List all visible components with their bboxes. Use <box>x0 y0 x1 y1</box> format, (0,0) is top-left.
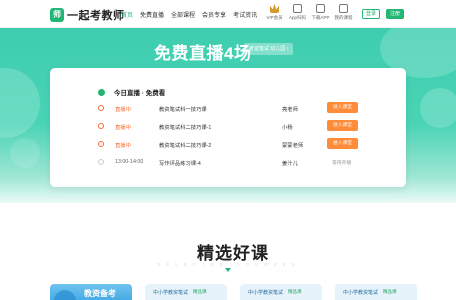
app-icon <box>293 4 302 13</box>
nav-home[interactable]: 首页 <box>121 10 133 19</box>
course-icon <box>339 4 348 13</box>
decor-shape <box>10 138 40 168</box>
course-card[interactable]: 中小学教资笔试 精品课 <box>335 284 417 300</box>
live-status: 直播中 <box>115 107 131 113</box>
today-live-card: 今日直播 · 免费看 直播中 教资笔试科一技巧课 亮老师 进入课堂 直播中 教资… <box>50 68 406 187</box>
live-row: 13:00-14:00 写作评品练习课-4 姜汁儿 等待开播 <box>98 156 398 168</box>
course-title[interactable]: 教资笔试科二技巧课-2 <box>159 141 211 149</box>
course-title[interactable]: 教资笔试科二技巧课-1 <box>159 123 211 131</box>
site-logo[interactable]: 师 一起考教师 <box>50 7 125 23</box>
logo-text: 一起考教师 <box>67 10 125 22</box>
my-courses-link[interactable]: 我的课程 <box>332 4 355 21</box>
category-tag-button[interactable]: 考证笔试 幼儿园 › <box>244 43 294 55</box>
login-button[interactable]: 登录 <box>362 9 380 19</box>
globe-illustration <box>54 290 76 300</box>
teacher-name: 姜汁儿 <box>282 161 298 167</box>
logo-mark: 师 <box>50 8 64 22</box>
upcoming-dot-icon <box>98 158 104 165</box>
register-button[interactable]: 注册 <box>386 9 404 19</box>
course-card-tag: 精品课 <box>383 289 397 294</box>
waiting-status: 等待开播 <box>332 161 352 166</box>
course-card-tag: 精品课 <box>193 289 207 294</box>
teacher-name: 亮老师 <box>282 107 298 113</box>
nav-exam-news[interactable]: 考试资讯 <box>233 10 257 19</box>
teacher-name: 蒙蒙老师 <box>282 143 304 149</box>
live-row: 直播中 教资笔试科二技巧课-2 蒙蒙老师 进入课堂 <box>98 138 398 150</box>
download-app-link[interactable]: 下载APP <box>309 4 332 21</box>
live-row: 直播中 教资笔试科一技巧课 亮老师 进入课堂 <box>98 102 398 114</box>
download-icon <box>316 4 325 13</box>
enter-classroom-button[interactable]: 进入课堂 <box>327 120 358 131</box>
live-dot-icon <box>98 122 104 129</box>
main-nav: 首页 免费直播 全部课程 会员专享 考试资讯 <box>121 10 264 19</box>
course-card-caption: 中小学教资笔试 <box>153 290 189 296</box>
course-card-caption: 教资备考 <box>84 289 116 298</box>
live-dot-icon <box>98 104 104 111</box>
decor-shape <box>0 68 40 138</box>
course-card-list: 教资备考 中小学教资笔试 精品课 中小学教资笔试 精品课 中小学教资笔试 精品课 <box>50 284 417 300</box>
live-card-title: 今日直播 · 免费看 <box>114 90 166 97</box>
course-card-tag: 精品课 <box>288 289 302 294</box>
nav-free-live[interactable]: 免费直播 <box>140 10 164 19</box>
decor-shape <box>420 88 456 128</box>
vip-link[interactable]: VIP会员 <box>263 4 286 21</box>
course-card[interactable]: 教资备考 <box>50 284 132 300</box>
app-scan-link[interactable]: App扫码 <box>286 4 309 21</box>
crown-icon <box>270 4 279 13</box>
course-card[interactable]: 中小学教资笔试 精品课 <box>240 284 322 300</box>
nav-all-courses[interactable]: 全部课程 <box>171 10 195 19</box>
enter-classroom-button[interactable]: 进入课堂 <box>327 102 358 113</box>
download-app-label: 下载APP <box>311 15 330 20</box>
vip-label: VIP会员 <box>266 15 283 20</box>
nav-vip-exclusive[interactable]: 会员专享 <box>202 10 226 19</box>
live-status: 直播中 <box>115 125 131 131</box>
banner-title: 免费直播4场 <box>154 44 252 63</box>
course-title[interactable]: 写作评品练习课-4 <box>159 159 201 167</box>
header-tools: VIP会员 App扫码 下载APP 我的课程 <box>263 4 355 21</box>
enter-classroom-button[interactable]: 进入课堂 <box>327 138 358 149</box>
live-icon <box>98 88 105 96</box>
top-header: 师 一起考教师 首页 免费直播 全部课程 会员专享 考试资讯 VIP会员 App… <box>0 0 456 28</box>
course-card-caption: 中小学教资笔试 <box>343 290 379 296</box>
live-status: 直播中 <box>115 143 131 149</box>
course-card-caption: 中小学教资笔试 <box>248 290 284 296</box>
down-arrow-icon <box>225 268 231 272</box>
featured-subtitle: SELECTED COURSES <box>157 262 301 267</box>
live-card-header: 今日直播 · 免费看 <box>98 87 165 97</box>
course-card[interactable]: 中小学教资笔试 精品课 <box>145 284 227 300</box>
my-courses-label: 我的课程 <box>334 15 353 20</box>
teacher-name: 小杨 <box>282 125 293 131</box>
live-row: 直播中 教资笔试科二技巧课-1 小杨 进入课堂 <box>98 120 398 132</box>
schedule-time: 13:00-14:00 <box>115 159 144 165</box>
course-title[interactable]: 教资笔试科一技巧课 <box>159 105 207 113</box>
featured-title: 精选好课 <box>197 244 269 263</box>
app-scan-label: App扫码 <box>288 15 306 20</box>
live-dot-icon <box>98 140 104 147</box>
